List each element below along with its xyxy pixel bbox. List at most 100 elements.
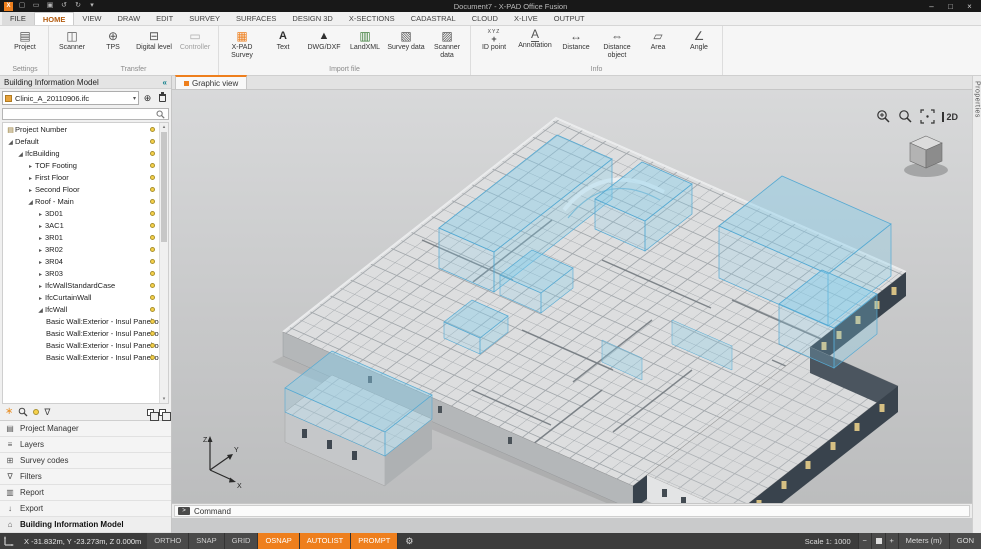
nav-survey-codes[interactable]: ⊞Survey codes [0, 453, 171, 469]
dwg-dxf-button[interactable]: ▲ DWG/DXF [304, 27, 344, 52]
tree-item-default[interactable]: ◢Default [3, 136, 168, 148]
undo-icon[interactable]: ↺ [59, 0, 69, 12]
distance-button[interactable]: ↔ Distance [556, 27, 596, 52]
area-button[interactable]: ▱ Area [638, 27, 678, 52]
visibility-bulb-icon[interactable] [150, 187, 155, 192]
tab-file[interactable]: FILE [2, 12, 34, 25]
tab-xsections[interactable]: X-SECTIONS [341, 12, 403, 25]
collapse-panel-icon[interactable]: « [163, 78, 167, 87]
tree-search-input[interactable] [2, 108, 169, 120]
nav-filters[interactable]: ∇Filters [0, 469, 171, 485]
scanner-data-button[interactable]: ▨ Scanner data [427, 27, 467, 60]
toggle-osnap[interactable]: OSNAP [258, 533, 299, 549]
navigation-cube[interactable] [896, 130, 956, 182]
show-all-icon[interactable]: ∗ [5, 404, 13, 420]
tab-surfaces[interactable]: SURFACES [228, 12, 284, 25]
tree-item-ifccurtainwall[interactable]: ▸IfcCurtainWall [3, 292, 168, 304]
tab-xlive[interactable]: X-LIVE [506, 12, 546, 25]
toggle-snap[interactable]: SNAP [189, 533, 224, 549]
minimize-button[interactable]: – [924, 2, 939, 11]
tree-item-ifcwall[interactable]: ◢IfcWall [3, 304, 168, 316]
visibility-bulb-icon[interactable] [150, 295, 155, 300]
save-icon[interactable]: ▣ [45, 0, 55, 12]
tree-item-second-floor[interactable]: ▸Second Floor [3, 184, 168, 196]
expand-icon[interactable]: ▸ [36, 257, 45, 268]
tree-item-basic-wall[interactable]: Basic Wall:Exterior - Insul Panel on... [3, 316, 168, 328]
tree-item-3r01[interactable]: ▸3R01 [3, 232, 168, 244]
expand-icon[interactable]: ▸ [26, 161, 35, 172]
tree-item-3r04[interactable]: ▸3R04 [3, 256, 168, 268]
nav-layers[interactable]: ≡Layers [0, 437, 171, 453]
zoom-in-button[interactable] [876, 109, 891, 124]
visibility-bulb-icon[interactable] [150, 307, 155, 312]
zoom-window-button[interactable] [898, 109, 913, 124]
tree-item-basic-wall[interactable]: Basic Wall:Exterior - Insul Panel on... [3, 328, 168, 340]
visibility-bulb-icon[interactable] [150, 355, 155, 360]
close-button[interactable]: × [962, 2, 977, 11]
expand-all-icon[interactable] [147, 409, 154, 416]
text-import-button[interactable]: A Text [263, 27, 303, 52]
survey-data-button[interactable]: ▧ Survey data [386, 27, 426, 52]
view-2d-button[interactable]: 2D [942, 112, 958, 122]
tree-item-basic-wall[interactable]: Basic Wall:Exterior - Insul Panel on... [3, 340, 168, 352]
tree-item-basic-wall[interactable]: Basic Wall:Exterior - Insul Panel on... [3, 352, 168, 364]
tree-item-3r03[interactable]: ▸3R03 [3, 268, 168, 280]
tree-item-3r02[interactable]: ▸3R02 [3, 244, 168, 256]
command-input[interactable]: > Command [174, 505, 970, 517]
visibility-bulb-icon[interactable] [150, 127, 155, 132]
id-point-button[interactable]: XYZ + ID point [474, 27, 514, 52]
zoom-in-scale-button[interactable]: + [885, 533, 898, 549]
tree-item-first-floor[interactable]: ▸First Floor [3, 172, 168, 184]
visibility-bulb-icon[interactable] [150, 211, 155, 216]
expand-icon[interactable]: ◢ [36, 305, 45, 316]
visibility-bulb-icon[interactable] [150, 283, 155, 288]
expand-icon[interactable]: ▸ [36, 245, 45, 256]
collapse-all-icon[interactable] [159, 409, 166, 416]
visibility-bulb-icon[interactable] [150, 343, 155, 348]
expand-icon[interactable]: ▸ [36, 233, 45, 244]
xpad-survey-button[interactable]: ▦ X-PAD Survey [222, 27, 262, 60]
remove-model-button[interactable] [156, 92, 169, 105]
new-document-icon[interactable]: ▢ [17, 0, 27, 12]
visibility-bulb-icon[interactable] [150, 139, 155, 144]
project-button[interactable]: ▤ Project [5, 27, 45, 52]
tree-item-3d01[interactable]: ▸3D01 [3, 208, 168, 220]
nav-project-manager[interactable]: ▤Project Manager [0, 421, 171, 437]
units-button[interactable]: Meters (m) [898, 533, 949, 549]
toggle-prompt[interactable]: PROMPT [351, 533, 398, 549]
expand-icon[interactable]: ◢ [16, 149, 25, 160]
scroll-down-icon[interactable]: ▾ [160, 395, 168, 403]
annotation-button[interactable]: A Annotation [515, 27, 555, 50]
tab-edit[interactable]: EDIT [148, 12, 181, 25]
expand-icon[interactable]: ▸ [36, 209, 45, 220]
open-icon[interactable]: ▭ [31, 0, 41, 12]
tab-design3d[interactable]: DESIGN 3D [284, 12, 340, 25]
model-file-select[interactable]: Clinic_A_20110906.ifc ▾ [2, 91, 139, 105]
tree-item-ifcwallstandardcase[interactable]: ▸IfcWallStandardCase [3, 280, 168, 292]
tab-draw[interactable]: DRAW [110, 12, 149, 25]
graphic-viewport[interactable]: 2D Z Y [172, 90, 972, 518]
bulb-filter-icon[interactable] [33, 409, 39, 415]
toggle-grid[interactable]: GRID [225, 533, 259, 549]
tps-button[interactable]: ⊕ TPS [93, 27, 133, 52]
tree-item-3ac1[interactable]: ▸3AC1 [3, 220, 168, 232]
scrollbar-thumb[interactable] [161, 132, 167, 242]
tree-item-ifcbuilding[interactable]: ◢IfcBuilding [3, 148, 168, 160]
nav-building-information-model[interactable]: ⌂Building Information Model [0, 517, 171, 533]
expand-icon[interactable]: ▸ [26, 185, 35, 196]
properties-panel-tab[interactable]: Properties [972, 76, 981, 533]
tab-output[interactable]: OUTPUT [546, 12, 593, 25]
zoom-out-button[interactable]: − [858, 533, 871, 549]
angle-units-button[interactable]: GON [949, 533, 981, 549]
expand-icon[interactable]: ▸ [36, 221, 45, 232]
tab-survey[interactable]: SURVEY [181, 12, 228, 25]
nav-report[interactable]: ▥Report [0, 485, 171, 501]
visibility-bulb-icon[interactable] [150, 175, 155, 180]
tab-cloud[interactable]: CLOUD [464, 12, 506, 25]
landxml-button[interactable]: ▥ LandXML [345, 27, 385, 52]
expand-icon[interactable]: ◢ [26, 197, 35, 208]
expand-icon[interactable]: ▸ [36, 269, 45, 280]
toggle-ortho[interactable]: ORTHO [147, 533, 189, 549]
tree-item-project-number[interactable]: ▤Project Number [3, 124, 168, 136]
expand-icon[interactable]: ▸ [26, 173, 35, 184]
